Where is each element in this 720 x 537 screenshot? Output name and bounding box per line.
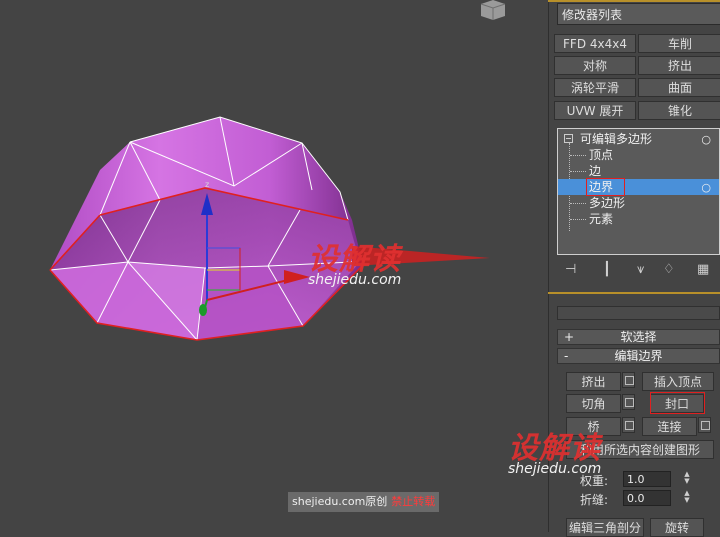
stack-item-editable-poly[interactable]: 可编辑多边形 ○ — [558, 131, 719, 147]
edit-triangulation-button[interactable]: 编辑三角剖分 — [566, 518, 644, 537]
panel-highlight-mid — [548, 292, 720, 294]
soft-selection-rollout[interactable]: + 软选择 — [557, 329, 720, 345]
remove-modifier-icon[interactable]: ♢ — [663, 262, 675, 277]
watermark-brand-2: 设解读 — [508, 431, 601, 466]
stack-item-edge[interactable]: 边 — [558, 163, 719, 179]
viewcube-icon[interactable] — [478, 0, 508, 20]
credit-badge: shejiedu.com原创 禁止转载 — [288, 492, 440, 512]
gizmo-z-label: z — [205, 180, 209, 189]
modifier-surface-button[interactable]: 曲面 — [638, 78, 720, 97]
crease-label: 折缝: — [580, 493, 609, 507]
collapse-icon[interactable] — [564, 134, 573, 143]
stack-item-border[interactable]: 边界 ○ — [558, 179, 719, 195]
extrude-button[interactable]: 挤出 — [566, 372, 621, 391]
highlight-border-item — [586, 178, 625, 196]
chamfer-button[interactable]: 切角 — [566, 394, 621, 413]
extrude-settings-button[interactable] — [622, 372, 635, 388]
subobject-lightbulb-icon[interactable]: ○ — [701, 180, 711, 196]
modifier-extrude-button[interactable]: 挤出 — [638, 56, 720, 75]
modifier-list-dropdown[interactable]: 修改器列表 — [557, 3, 720, 25]
watermark-brand: 设解读 — [308, 242, 401, 277]
modifier-ffd-button[interactable]: FFD 4x4x4 — [554, 34, 636, 53]
perspective-viewport[interactable]: z 设解读 shejiedu.com shejiedu.com原创 禁止转载 — [0, 0, 548, 532]
modifier-turbosmooth-button[interactable]: 涡轮平滑 — [554, 78, 636, 97]
credit-text: shejiedu.com原创 — [292, 495, 388, 508]
highlight-cap-button — [650, 392, 705, 414]
modifier-taper-button[interactable]: 锥化 — [638, 101, 720, 120]
insert-vertex-button[interactable]: 插入顶点 — [642, 372, 714, 391]
modifier-symmetry-button[interactable]: 对称 — [554, 56, 636, 75]
stack-item-element[interactable]: 元素 — [558, 211, 719, 227]
credit-warning: 禁止转载 — [391, 495, 436, 508]
modifier-uvw-unwrap-button[interactable]: UVW 展开 — [554, 101, 636, 120]
make-unique-icon[interactable]: ⩛ — [637, 262, 644, 277]
modifier-stack: 可编辑多边形 ○ 顶点 边 边界 ○ 多边形 元素 — [557, 128, 720, 255]
stack-toolstrip: ⊣ ┃ ⩛ ♢ ▦ — [557, 262, 720, 282]
modifier-list-label: 修改器列表 — [562, 8, 623, 22]
edit-borders-rollout[interactable]: - 编辑边界 — [557, 348, 720, 364]
configure-sets-icon[interactable]: ▦ — [697, 262, 709, 277]
turn-button[interactable]: 旋转 — [650, 518, 704, 537]
modifier-lathe-button[interactable]: 车削 — [638, 34, 720, 53]
watermark-center: 设解读 shejiedu.com — [308, 234, 498, 288]
lightbulb-icon[interactable]: ○ — [701, 132, 711, 148]
panel-highlight-top — [548, 0, 720, 2]
chamfer-settings-button[interactable] — [622, 394, 635, 410]
crease-spinner[interactable]: 0.0 — [623, 490, 671, 506]
connect-settings-button[interactable] — [698, 417, 711, 433]
empty-rollout-bar — [557, 306, 720, 320]
watermark-panel: 设解读 shejiedu.com — [508, 423, 698, 477]
crease-spinner-arrows[interactable]: ▲ ▼ — [682, 490, 692, 506]
pin-stack-icon[interactable]: ⊣ — [565, 262, 576, 277]
stack-item-polygon[interactable]: 多边形 — [558, 195, 719, 211]
stack-item-vertex[interactable]: 顶点 — [558, 147, 719, 163]
show-end-result-icon[interactable]: ┃ — [603, 262, 611, 277]
